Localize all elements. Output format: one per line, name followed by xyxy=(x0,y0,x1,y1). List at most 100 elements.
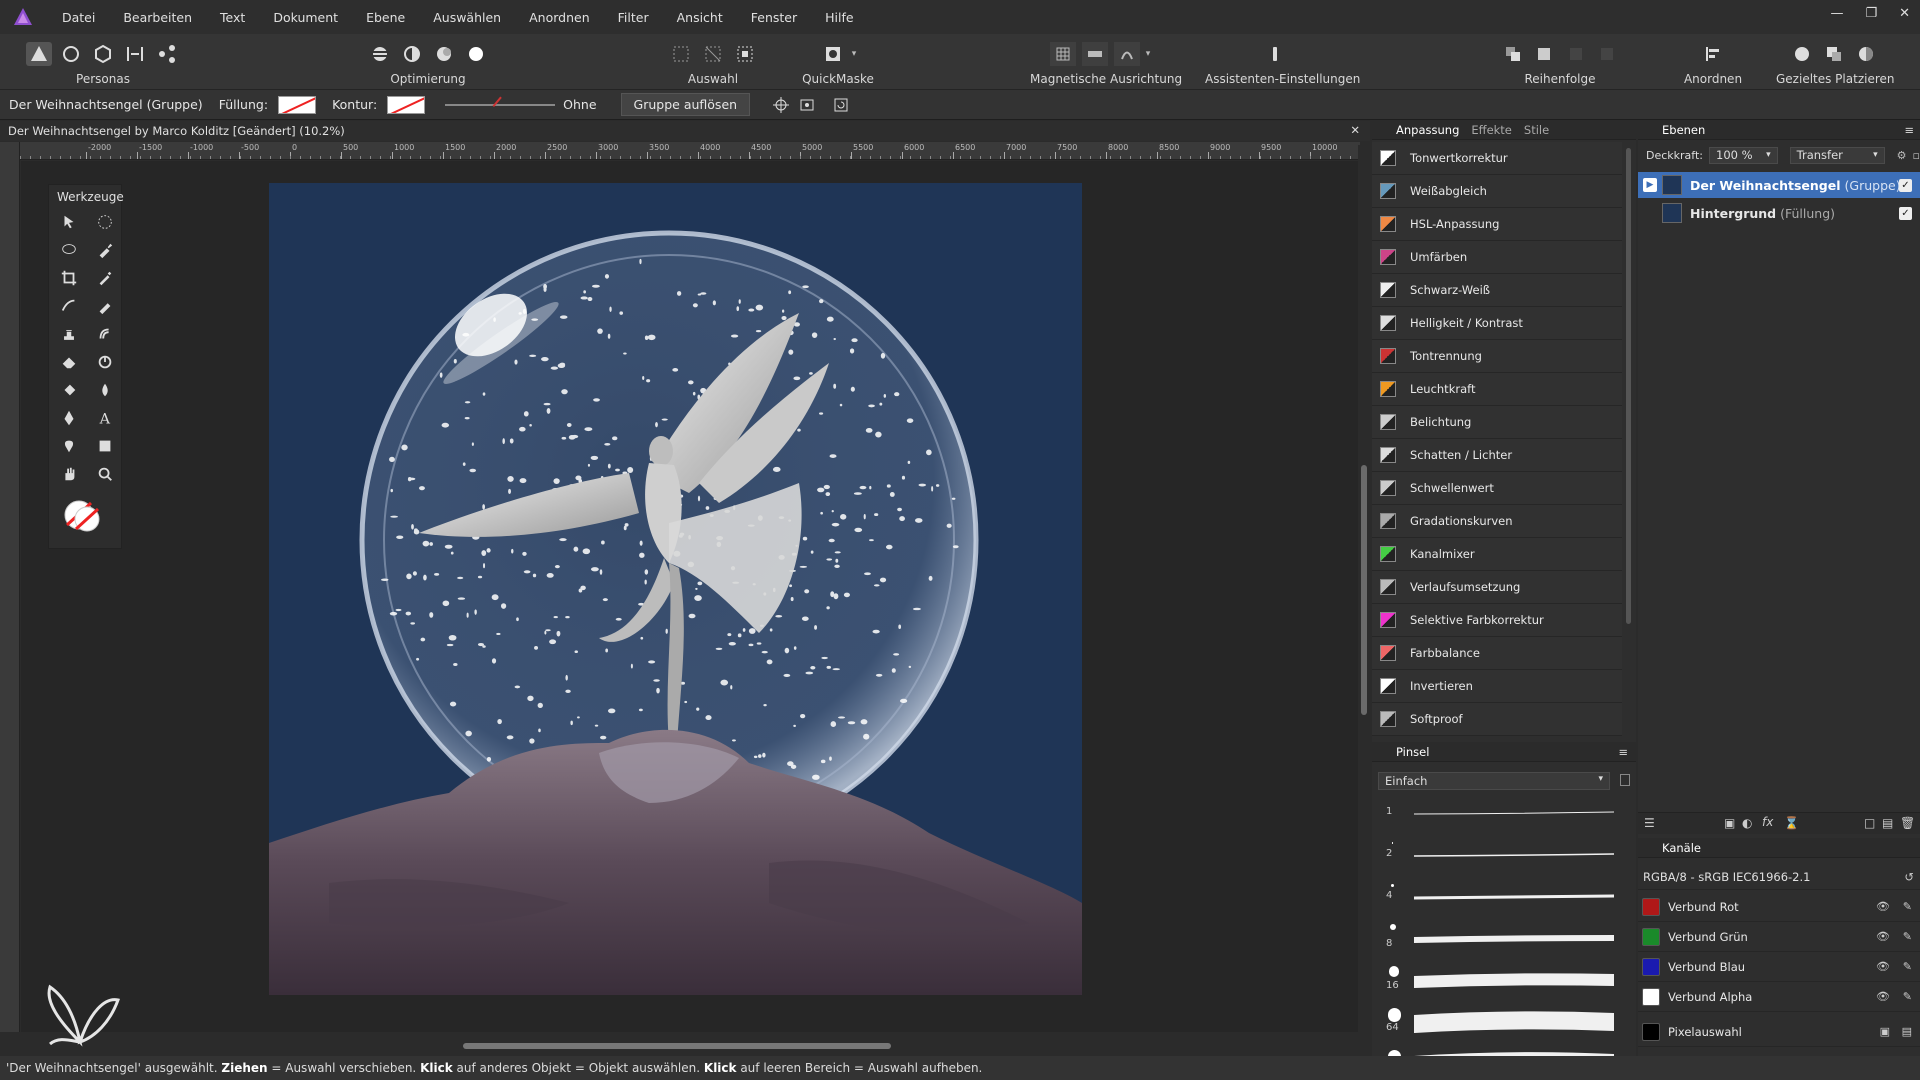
artwork-snow-globe[interactable] xyxy=(269,183,1082,995)
brush-preset[interactable] xyxy=(1372,1048,1622,1056)
dodge-tool-icon[interactable] xyxy=(87,351,123,373)
quick-mask-icon[interactable] xyxy=(820,42,846,66)
adjustment-item[interactable]: Tontrennung xyxy=(1372,340,1622,373)
liquify-persona-icon[interactable] xyxy=(58,42,84,66)
add-group-icon[interactable]: □ xyxy=(1864,816,1875,830)
adjustment-item[interactable]: Kanalmixer xyxy=(1372,538,1622,571)
eye-icon[interactable]: 👁 xyxy=(1876,900,1890,913)
stroke-swatch[interactable] xyxy=(387,95,426,114)
auto-colors-icon[interactable] xyxy=(431,42,457,66)
move-back-icon[interactable] xyxy=(1532,42,1558,66)
blur-tool-icon[interactable] xyxy=(87,379,123,401)
tone-mapping-persona-icon[interactable] xyxy=(122,42,148,66)
move-forward-icon[interactable] xyxy=(1563,42,1589,66)
menu-filter[interactable]: Filter xyxy=(604,10,663,25)
insert-behind-icon[interactable] xyxy=(1789,42,1815,66)
menu-ebene[interactable]: Ebene xyxy=(352,10,419,25)
edit-icon[interactable]: ✎ xyxy=(1903,900,1912,913)
brush-preset[interactable]: 2 xyxy=(1372,838,1622,880)
menu-datei[interactable]: Datei xyxy=(48,10,109,25)
adjustment-item[interactable]: Tonwertkorrektur xyxy=(1372,142,1622,175)
rotate-canvas-icon[interactable] xyxy=(828,93,854,117)
panel-menu-icon[interactable]: ≡ xyxy=(1618,745,1628,759)
layer-visibility-checkbox[interactable]: ✓ xyxy=(1899,178,1912,192)
menu-auswaehlen[interactable]: Auswählen xyxy=(419,10,515,25)
delete-layer-icon[interactable]: 🗑 xyxy=(1900,816,1915,830)
snapping-align-icon[interactable] xyxy=(1081,42,1108,66)
slider-handle[interactable] xyxy=(492,96,510,113)
transform-origin-icon[interactable] xyxy=(768,93,794,117)
insert-inside-icon[interactable] xyxy=(1853,42,1879,66)
tab-anpassung[interactable]: Anpassung xyxy=(1396,123,1459,137)
adjustment-item[interactable]: Schwellenwert xyxy=(1372,472,1622,505)
adjustment-item[interactable]: Verlaufsumsetzung xyxy=(1372,571,1622,604)
adjustment-item[interactable]: Softproof xyxy=(1372,703,1622,736)
adjustment-item[interactable]: Umfärben xyxy=(1372,241,1622,274)
menu-anordnen[interactable]: Anordnen xyxy=(515,10,604,25)
pen-tool-icon[interactable] xyxy=(51,407,87,429)
lock-icon[interactable]: ▫ xyxy=(1913,149,1920,162)
invert-selection-icon[interactable] xyxy=(732,42,758,66)
horizontal-scrollbar[interactable] xyxy=(0,1040,1360,1052)
minimize-icon[interactable]: — xyxy=(1830,6,1843,21)
move-to-back-icon[interactable] xyxy=(1500,42,1526,66)
quick-mask-dropdown-icon[interactable]: ▾ xyxy=(852,49,857,59)
export-persona-icon[interactable] xyxy=(154,42,180,66)
healing-brush-tool-icon[interactable] xyxy=(51,295,87,317)
auto-levels-icon[interactable] xyxy=(367,42,393,66)
adjustment-item[interactable]: Invertieren xyxy=(1372,670,1622,703)
layer-visibility-checkbox[interactable]: ✓ xyxy=(1899,206,1912,220)
menu-text[interactable]: Text xyxy=(206,10,259,25)
tab-stile[interactable]: Stile xyxy=(1524,123,1549,137)
expand-arrow-icon[interactable]: ▶ xyxy=(1643,178,1657,192)
smudge-tool-icon[interactable] xyxy=(87,323,123,345)
rectangle-tool-icon[interactable] xyxy=(87,435,123,457)
brush-preset[interactable]: 64 xyxy=(1372,1006,1622,1048)
adjustment-item[interactable]: Belichtung xyxy=(1372,406,1622,439)
opacity-dropdown[interactable]: 100 % ▾ xyxy=(1709,146,1778,164)
gear-icon[interactable]: ⚙ xyxy=(1897,149,1907,162)
deselect-icon[interactable] xyxy=(700,42,726,66)
mask-channel-icon[interactable]: ▣ xyxy=(1880,1025,1890,1038)
eye-icon[interactable]: 👁 xyxy=(1876,930,1890,943)
edit-icon[interactable]: ✎ xyxy=(1903,990,1912,1003)
adjustment-item[interactable]: Schwarz-Weiß xyxy=(1372,274,1622,307)
scroll-thumb[interactable] xyxy=(463,1043,891,1049)
mask-icon[interactable]: ▣ xyxy=(1724,816,1735,830)
tab-effekte[interactable]: Effekte xyxy=(1471,123,1512,137)
layer-row-selected[interactable]: ▶ Der Weihnachtsengel (Gruppe) ✓ xyxy=(1638,172,1920,198)
eraser-tool-icon[interactable] xyxy=(51,351,87,373)
align-icon[interactable] xyxy=(1700,42,1726,66)
brush-preset[interactable]: 16 xyxy=(1372,964,1622,1006)
live-filter-icon[interactable]: ⌛ xyxy=(1784,816,1799,830)
brush-preset[interactable]: 8 xyxy=(1372,922,1622,964)
pixel-brush-tool-icon[interactable] xyxy=(87,295,123,317)
channel-row[interactable]: Verbund Alpha 👁 ✎ xyxy=(1638,982,1920,1012)
adjustment-item[interactable]: Selektive Farbkorrektur xyxy=(1372,604,1622,637)
adjustment-item[interactable]: Leuchtkraft xyxy=(1372,373,1622,406)
snapping-magnet-icon[interactable] xyxy=(1113,42,1140,66)
adjustment-item[interactable]: Helligkeit / Kontrast xyxy=(1372,307,1622,340)
auto-contrast-icon[interactable] xyxy=(399,42,425,66)
menu-ansicht[interactable]: Ansicht xyxy=(663,10,737,25)
color-swatch-widget[interactable] xyxy=(63,495,103,535)
channel-row[interactable]: Verbund Blau 👁 ✎ xyxy=(1638,952,1920,982)
eye-icon[interactable]: 👁 xyxy=(1876,990,1890,1003)
edit-icon[interactable]: ✎ xyxy=(1903,930,1912,943)
menu-hilfe[interactable]: Hilfe xyxy=(811,10,867,25)
eye-icon[interactable]: 👁 xyxy=(1876,960,1890,973)
document-tab[interactable]: Der Weihnachtsengel by Marco Kolditz [Ge… xyxy=(0,121,1370,141)
ungroup-button[interactable]: Gruppe auflösen xyxy=(620,93,751,116)
pencil-tool-icon[interactable] xyxy=(51,435,87,457)
adjustment-item[interactable]: Schatten / Lichter xyxy=(1372,439,1622,472)
brush-preset[interactable]: 1 xyxy=(1372,796,1622,838)
color-picker-tool-icon[interactable] xyxy=(87,267,123,289)
hand-tool-icon[interactable] xyxy=(51,463,87,485)
channel-row[interactable]: Verbund Grün 👁 ✎ xyxy=(1638,922,1920,952)
clone-tool-icon[interactable] xyxy=(51,323,87,345)
menu-bearbeiten[interactable]: Bearbeiten xyxy=(109,10,206,25)
crop-tool-icon[interactable] xyxy=(51,267,87,289)
tab-kanaele[interactable]: Kanäle xyxy=(1662,841,1701,855)
photo-persona-icon[interactable] xyxy=(26,42,52,66)
text-tool-icon[interactable]: A xyxy=(87,407,123,429)
